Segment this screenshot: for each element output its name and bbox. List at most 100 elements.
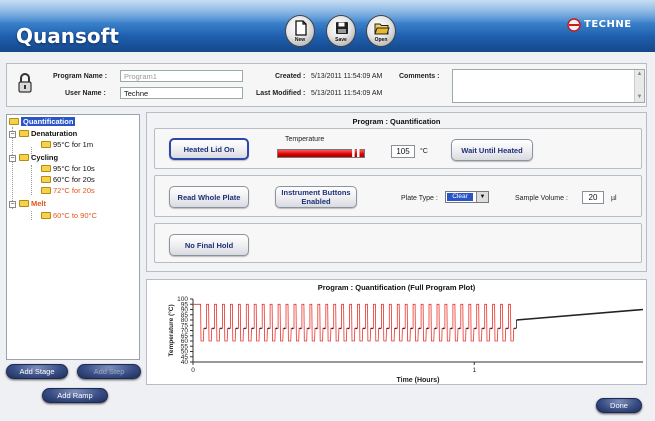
folder-icon [41,212,51,219]
program-plot-chart: 4045505560657075808590951000 1Time (Hours… [167,296,644,384]
comments-scrollbar[interactable]: ▲ ▼ [634,70,644,102]
slider-grip-icon[interactable]: ▌▌ [352,150,362,158]
plate-type-label: Plate Type : [401,195,438,202]
melt-series-line [516,308,644,321]
wait-until-heated-button[interactable]: Wait Until Heated [451,139,533,161]
save-button-label: Save [335,37,347,43]
read-point-marker [506,327,508,330]
read-whole-plate-button[interactable]: Read Whole Plate [169,186,249,208]
pcr-cycle-series-line [193,303,517,342]
folder-icon [41,141,51,148]
read-point-marker [466,327,469,330]
heated-lid-row: Heated Lid On Temperature 105 °C Wait Un… [154,128,642,169]
tree-step-label: 72°C for 20s [53,186,95,195]
final-hold-button[interactable]: No Final Hold [169,234,249,256]
read-point-marker [283,327,286,330]
scroll-down-icon[interactable]: ▼ [636,94,643,101]
folder-icon [19,200,29,207]
sample-volume-unit: µl [611,195,617,202]
program-plot-panel: Program : Quantification (Full Program P… [146,279,647,385]
read-point-marker [236,327,238,330]
read-point-marker [402,327,405,330]
instrument-buttons-line2: Enabled [301,197,331,206]
collapse-icon[interactable]: − [9,155,16,162]
read-point-marker [474,327,477,330]
sample-volume-field[interactable]: 20 [582,191,604,204]
lock-icon[interactable] [17,72,33,94]
comments-label: Comments : [399,73,440,80]
header-gloss [0,0,655,22]
read-point-marker [514,327,516,330]
add-step-button[interactable]: Add Step [77,364,141,379]
tree-stage-melt[interactable]: Melt [19,199,46,208]
collapse-icon[interactable]: − [9,201,16,208]
last-modified-value: 5/13/2011 11:54:09 AM [311,90,383,97]
brand-name: TECHNE [584,19,632,30]
save-button[interactable]: Save [326,15,356,47]
heated-lid-button[interactable]: Heated Lid On [169,138,249,160]
instrument-buttons-button[interactable]: Instrument Buttons Enabled [275,186,357,208]
read-point-marker [387,327,389,330]
read-point-marker [228,327,230,330]
created-value: 5/13/2011 11:54:09 AM [311,73,383,80]
add-ramp-button[interactable]: Add Ramp [42,388,108,403]
plate-row: Read Whole Plate Instrument Buttons Enab… [154,175,642,217]
program-name-field[interactable]: Program1 [120,70,243,82]
program-name-label: Program Name : [53,73,108,80]
floppy-disk-icon [336,22,348,34]
program-title: Program : Quantification [352,117,441,126]
user-name-field[interactable]: Techne [120,87,243,99]
collapse-icon[interactable]: − [9,131,16,138]
app-title: Quansoft [16,24,119,48]
x-tick-label: 1 [472,367,476,374]
comments-field[interactable]: ▲ ▼ [452,69,645,103]
tree-step[interactable]: 72°C for 20s [41,186,95,195]
tree-step[interactable]: 60°C to 90°C [41,211,97,220]
temperature-field[interactable]: 105 [391,145,415,158]
read-point-marker [426,327,429,330]
done-button[interactable]: Done [596,398,642,413]
new-button-label: New [294,37,306,43]
last-modified-label: Last Modified : [256,90,306,97]
temperature-slider[interactable]: ▌▌ [277,149,365,158]
read-point-marker [339,327,342,330]
read-point-marker [482,327,485,330]
add-stage-button[interactable]: Add Stage [6,364,68,379]
instrument-buttons-line1: Instrument Buttons [281,188,351,197]
open-button[interactable]: Open [366,15,396,47]
tree-step-label: 60°C to 90°C [53,211,97,220]
chevron-down-icon[interactable]: ▼ [476,192,488,202]
x-axis-label: Time (Hours) [396,377,439,384]
x-tick-label: 0 [191,367,195,374]
tree-step[interactable]: 95°C for 10s [41,164,95,173]
app-header: Quansoft New Save Open TECHNE [0,0,655,52]
program-tree: Quantification − Denaturation 95°C for 1… [6,114,140,360]
tree-step[interactable]: 95°C for 1m [41,140,93,149]
open-button-label: Open [374,37,388,43]
quansoft-window: Quansoft New Save Open TECHNE Program Na… [0,0,655,421]
new-button[interactable]: New [285,15,315,47]
new-document-icon [295,20,307,36]
read-point-marker [259,327,262,330]
y-axis-label: Temperature (°C) [167,304,175,356]
read-point-marker [498,327,500,330]
read-point-marker [275,327,278,330]
read-point-marker [363,327,365,330]
plate-type-value: Clear [447,193,473,201]
read-point-marker [458,327,461,330]
scroll-up-icon[interactable]: ▲ [636,71,643,78]
read-point-marker [371,327,373,330]
read-point-marker [220,327,222,330]
read-point-marker [267,327,270,330]
program-settings-panel: Program : Quantification Heated Lid On T… [146,112,647,272]
tree-stage-cycling[interactable]: Cycling [19,153,58,162]
tree-root[interactable]: Quantification [9,117,76,126]
sample-volume-label: Sample Volume : [515,195,568,202]
plate-type-select[interactable]: Clear ▼ [445,191,489,203]
folder-icon [19,154,29,161]
y-tick-label: 100 [177,296,188,303]
tree-stage-denaturation[interactable]: Denaturation [19,129,77,138]
user-name-label: User Name : [65,90,106,97]
tree-step[interactable]: 60°C for 20s [41,175,95,184]
folder-icon [41,187,51,194]
